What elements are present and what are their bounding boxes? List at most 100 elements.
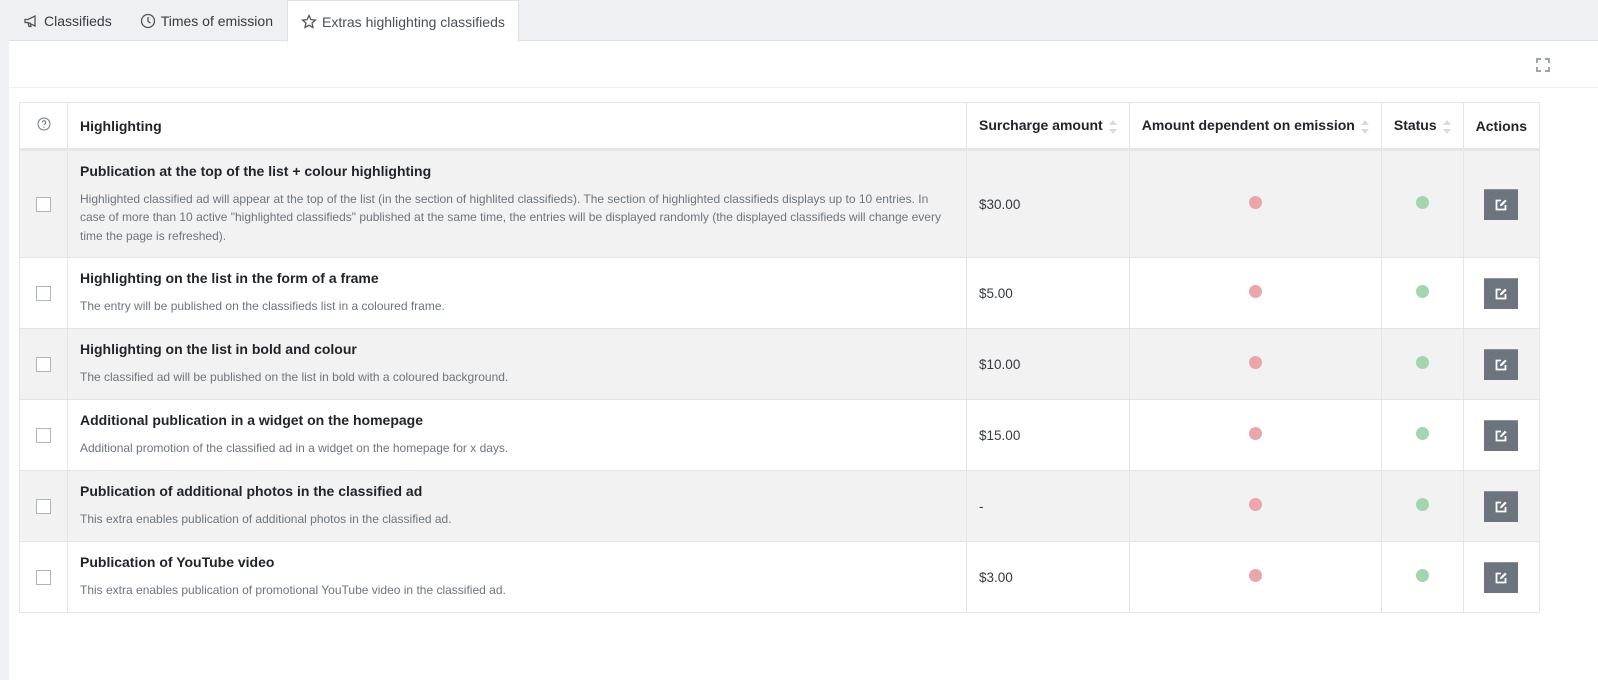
status-cell [1380, 257, 1464, 329]
extra-description: The classified ad will be published on t… [80, 370, 509, 385]
highlighting-cell: Highlighting on the list in bold and col… [66, 328, 968, 400]
status-cell [1380, 541, 1464, 613]
extra-description: Additional promotion of the classified a… [80, 441, 509, 456]
highlighting-cell: Publication of YouTube video This extra … [66, 541, 968, 613]
status-indicator[interactable] [1415, 356, 1429, 369]
edit-button[interactable] [1484, 348, 1519, 380]
extra-title: Highlighting on the list in the form of … [80, 270, 379, 287]
surcharge-amount: $10.00 [966, 328, 1130, 400]
tab-bar: Classifieds Times of emission Extras hig… [9, 0, 519, 42]
highlighting-cell: Additional publication in a widget on th… [66, 399, 968, 471]
amount-dependent-cell [1128, 257, 1382, 329]
tab-extras-highlighting-classifieds[interactable]: Extras highlighting classifieds [287, 0, 519, 42]
edit-button[interactable] [1484, 561, 1519, 593]
table-row: Publication of YouTube video This extra … [19, 541, 1541, 613]
status-indicator[interactable] [1415, 569, 1429, 582]
status-cell [1380, 149, 1464, 258]
sort-icon[interactable] [1360, 119, 1369, 134]
extra-title: Additional publication in a widget on th… [80, 412, 423, 429]
megaphone-icon [24, 14, 36, 28]
row-checkbox[interactable] [36, 357, 51, 373]
edit-icon [1495, 359, 1507, 370]
extra-title: Publication of YouTube video [80, 554, 275, 571]
amount-dependent-indicator [1248, 569, 1262, 582]
column-header-actions: Actions [1462, 102, 1541, 151]
edit-button[interactable] [1484, 490, 1519, 522]
table-row: Highlighting on the list in the form of … [19, 257, 1541, 329]
status-indicator[interactable] [1415, 498, 1429, 511]
extra-title: Publication at the top of the list + col… [80, 162, 432, 179]
extra-description: This extra enables publication of promot… [80, 583, 506, 598]
select-cell [19, 257, 68, 329]
amount-dependent-cell [1128, 541, 1382, 613]
column-label: Amount dependent on emission [1141, 117, 1355, 134]
row-checkbox[interactable] [36, 499, 51, 515]
surcharge-amount: - [966, 470, 1130, 542]
actions-cell [1462, 470, 1541, 542]
amount-dependent-cell [1128, 470, 1382, 542]
amount-dependent-indicator [1248, 356, 1262, 369]
fullscreen-button[interactable] [1536, 58, 1550, 72]
amount-dependent-cell [1128, 328, 1382, 400]
star-icon [301, 13, 317, 29]
status-indicator[interactable] [1415, 285, 1429, 298]
amount-dependent-indicator [1248, 427, 1262, 440]
select-column-header [19, 102, 68, 151]
tab-classifieds[interactable]: Classifieds [9, 0, 126, 41]
table-row: Publication at the top of the list + col… [19, 149, 1541, 258]
table-row: Highlighting on the list in bold and col… [19, 328, 1541, 400]
panel-header [9, 41, 1598, 88]
row-checkbox[interactable] [36, 570, 51, 586]
extra-title: Highlighting on the list in bold and col… [80, 341, 357, 358]
edit-icon [1495, 199, 1507, 210]
help-icon[interactable] [37, 117, 51, 131]
row-checkbox[interactable] [36, 197, 51, 213]
actions-cell [1462, 328, 1541, 400]
tab-label: Times of emission [160, 13, 273, 29]
row-checkbox[interactable] [36, 428, 51, 444]
sort-icon[interactable] [1108, 119, 1117, 134]
column-header-status[interactable]: Status [1380, 102, 1464, 151]
amount-dependent-cell [1128, 399, 1382, 471]
select-cell [19, 328, 68, 400]
sort-icon[interactable] [1442, 119, 1451, 134]
column-label: Highlighting [80, 117, 162, 134]
select-cell [19, 399, 68, 471]
table-row: Publication of additional photos in the … [19, 470, 1541, 542]
actions-cell [1462, 149, 1541, 258]
amount-dependent-indicator [1248, 285, 1262, 298]
actions-cell [1462, 541, 1541, 613]
table-row: Additional publication in a widget on th… [19, 399, 1541, 471]
row-checkbox[interactable] [36, 286, 51, 302]
clock-icon [140, 13, 155, 29]
select-cell [19, 470, 68, 542]
extra-description: This extra enables publication of additi… [80, 512, 452, 527]
edit-button[interactable] [1484, 419, 1519, 451]
surcharge-amount: $15.00 [966, 399, 1130, 471]
surcharge-amount: $5.00 [966, 257, 1130, 329]
table-header-row: Highlighting Surcharge amount Amount dep… [19, 102, 1541, 151]
edit-icon [1495, 430, 1507, 441]
edit-icon [1495, 288, 1507, 299]
column-header-amount-dependent[interactable]: Amount dependent on emission [1128, 102, 1382, 151]
amount-dependent-indicator [1248, 498, 1262, 511]
column-label: Actions [1475, 117, 1527, 134]
surcharge-amount: $30.00 [966, 149, 1130, 258]
amount-dependent-indicator [1248, 196, 1262, 209]
extras-table: Highlighting Surcharge amount Amount dep… [19, 102, 1541, 613]
edit-button[interactable] [1484, 188, 1519, 220]
status-indicator[interactable] [1415, 427, 1429, 440]
extra-title: Publication of additional photos in the … [80, 483, 423, 500]
select-cell [19, 541, 68, 613]
expand-icon [1536, 58, 1550, 72]
tab-times-of-emission[interactable]: Times of emission [126, 0, 287, 41]
surcharge-amount: $3.00 [966, 541, 1130, 613]
actions-cell [1462, 399, 1541, 471]
amount-dependent-cell [1128, 149, 1382, 258]
status-indicator[interactable] [1415, 196, 1429, 209]
highlighting-cell: Publication at the top of the list + col… [66, 149, 968, 258]
extra-description: Highlighted classified ad will appear at… [80, 191, 941, 243]
edit-button[interactable] [1484, 277, 1519, 309]
tab-label: Classifieds [44, 13, 112, 29]
column-header-surcharge[interactable]: Surcharge amount [966, 102, 1130, 151]
